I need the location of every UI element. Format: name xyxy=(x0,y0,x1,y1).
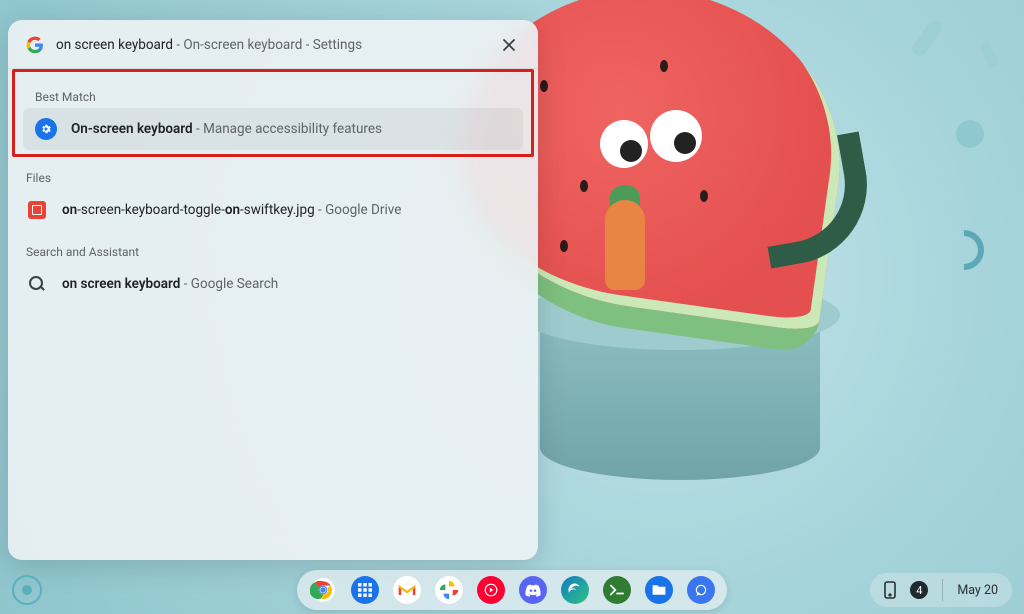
phone-hub-icon[interactable] xyxy=(884,581,896,599)
shelf-app-edge[interactable] xyxy=(561,576,589,604)
result-subtitle: - Google Drive xyxy=(315,202,402,218)
shelf-app-ytmusic[interactable] xyxy=(477,576,505,604)
close-icon[interactable] xyxy=(498,34,520,56)
shelf: 4 May 20 xyxy=(0,566,1024,614)
result-title: on screen keyboard xyxy=(62,276,180,292)
shelf-app-terminal[interactable] xyxy=(603,576,631,604)
shelf-app-discord[interactable] xyxy=(519,576,547,604)
shelf-app-files[interactable] xyxy=(645,576,673,604)
tray-date[interactable]: May 20 xyxy=(957,583,998,598)
shelf-app-chrome[interactable] xyxy=(309,576,337,604)
section-label-files: Files xyxy=(8,157,538,189)
shelf-app-row xyxy=(297,570,727,610)
result-google-search[interactable]: on screen keyboard - Google Search xyxy=(8,263,538,305)
status-tray[interactable]: 4 May 20 xyxy=(870,573,1012,607)
shelf-app-gmail[interactable] xyxy=(393,576,421,604)
result-title: on-screen-keyboard-toggle-on-swiftkey.jp… xyxy=(62,202,401,218)
search-suffix-text: - On-screen keyboard - Settings xyxy=(173,37,362,53)
search-input[interactable]: on screen keyboard - On-screen keyboard … xyxy=(56,37,486,53)
result-title: On-screen keyboard xyxy=(71,121,193,137)
result-subtitle: - Google Search xyxy=(180,276,278,292)
section-label-best-match: Best Match xyxy=(17,76,529,108)
google-logo-icon xyxy=(26,36,44,54)
shelf-app-signal[interactable] xyxy=(687,576,715,604)
launcher-search-panel: on screen keyboard - On-screen keyboard … xyxy=(8,20,538,560)
launcher-button[interactable] xyxy=(12,575,42,605)
search-icon xyxy=(28,275,46,293)
shelf-app-grid[interactable] xyxy=(351,576,379,604)
annotation-highlight-box: Best Match On-screen keyboard - Manage a… xyxy=(12,69,534,157)
result-on-screen-keyboard-settings[interactable]: On-screen keyboard - Manage accessibilit… xyxy=(23,108,523,150)
section-label-search-assistant: Search and Assistant xyxy=(8,231,538,263)
drive-image-icon xyxy=(28,201,46,219)
result-file-drive[interactable]: on-screen-keyboard-toggle-on-swiftkey.jp… xyxy=(8,189,538,231)
shelf-app-photos[interactable] xyxy=(435,576,463,604)
search-bar[interactable]: on screen keyboard - On-screen keyboard … xyxy=(8,20,538,69)
wallpaper-carrot xyxy=(605,200,645,290)
settings-gear-icon xyxy=(35,118,57,140)
search-query-text: on screen keyboard xyxy=(56,37,173,53)
result-subtitle: - Manage accessibility features xyxy=(193,121,382,137)
notification-badge[interactable]: 4 xyxy=(910,581,928,599)
